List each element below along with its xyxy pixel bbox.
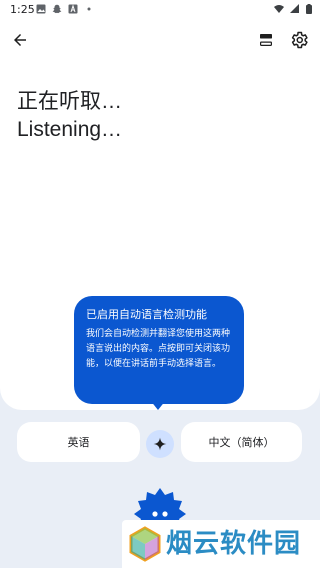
tooltip-title: 已启用自动语言检测功能 — [86, 308, 207, 321]
image-icon — [36, 4, 46, 14]
watermark-logo-icon — [129, 526, 161, 562]
listening-status-en: Listening… — [17, 118, 123, 141]
snapchat-icon — [52, 4, 62, 14]
status-time: 1:25 — [10, 3, 35, 16]
arrow-left-icon — [14, 34, 26, 46]
gear-icon — [291, 31, 308, 49]
watermark: 烟云软件园 — [122, 520, 320, 568]
source-language-button[interactable]: 英语 — [17, 422, 140, 462]
app-a-icon — [68, 4, 78, 14]
target-language-button[interactable]: 中文（简体） — [181, 422, 302, 462]
auto-detect-button[interactable] — [146, 430, 174, 458]
back-button[interactable] — [6, 26, 34, 54]
system-icons — [274, 4, 312, 14]
watermark-text: 烟云软件园 — [166, 529, 302, 559]
app-bar — [0, 20, 320, 60]
sparkle-icon — [153, 437, 167, 451]
wifi-icon — [274, 5, 284, 13]
status-bar: 1:25 — [0, 0, 320, 20]
split-screen-icon — [260, 34, 272, 47]
language-selector: 英语 中文（简体） — [0, 422, 320, 464]
split-screen-button[interactable] — [252, 26, 280, 54]
dot-icon — [87, 7, 91, 11]
settings-button[interactable] — [285, 26, 313, 54]
battery-icon — [306, 4, 312, 14]
tooltip-body: 我们会自动检测并翻译您使用这两种语言说出的内容。点按即可关闭该功能，以便在讲话前… — [86, 329, 231, 369]
listening-status-zh: 正在听取… — [17, 90, 122, 113]
listening-status: 正在听取… Listening… — [17, 88, 122, 144]
notification-icons — [36, 4, 94, 14]
tooltip-pointer — [150, 400, 166, 410]
auto-detect-tooltip[interactable]: 已启用自动语言检测功能 我们会自动检测并翻译您使用这两种语言说出的内容。点按即可… — [74, 296, 244, 404]
signal-icon — [290, 4, 299, 13]
